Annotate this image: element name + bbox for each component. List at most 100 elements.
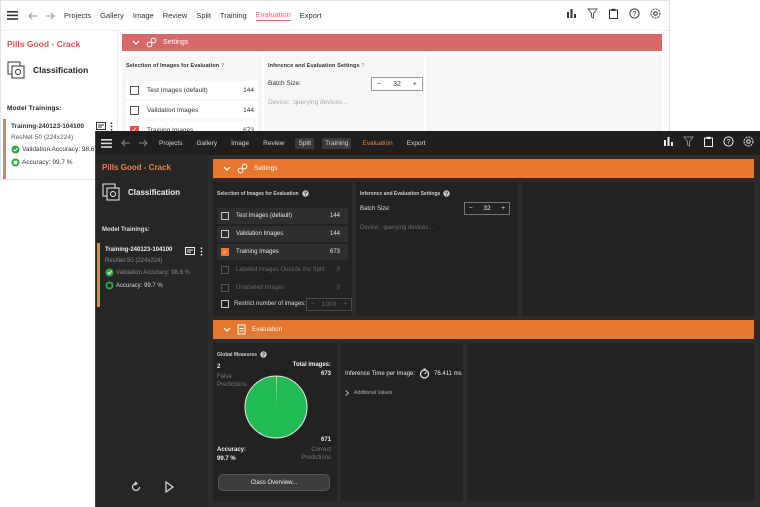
decrement-button[interactable]: − bbox=[377, 81, 381, 88]
help-icon[interactable]: ? bbox=[629, 8, 640, 19]
settings-header[interactable]: Settings bbox=[213, 159, 754, 178]
training-card[interactable]: Training-240123-104100 ResNet-50 (224x22… bbox=[97, 243, 207, 307]
svg-text:?: ? bbox=[445, 192, 448, 197]
gear-icon[interactable] bbox=[743, 136, 754, 147]
notes-icon[interactable] bbox=[96, 122, 106, 131]
nav-training[interactable]: Training bbox=[220, 11, 247, 20]
image-row-count: 673 bbox=[329, 249, 340, 255]
gear-icon[interactable] bbox=[650, 8, 661, 19]
nav-projects[interactable]: Projects bbox=[64, 11, 91, 20]
undo-icon[interactable] bbox=[28, 12, 38, 20]
checkbox[interactable] bbox=[221, 230, 229, 238]
refresh-icon[interactable] bbox=[130, 481, 142, 493]
checkbox[interactable] bbox=[130, 105, 139, 115]
project-title: Pills Good - Crack bbox=[7, 39, 81, 49]
notes-icon[interactable] bbox=[185, 247, 195, 256]
accuracy-label: Accuracy: bbox=[217, 447, 247, 453]
chevron-down-icon bbox=[223, 166, 231, 171]
classification-icon bbox=[102, 183, 120, 201]
nav-split[interactable]: Split bbox=[196, 11, 211, 20]
increment-button: + bbox=[343, 301, 347, 308]
method-card[interactable]: Classification bbox=[102, 183, 180, 201]
settings-empty-panel bbox=[522, 182, 754, 316]
batch-size-value: 32 bbox=[393, 80, 401, 88]
nav-image[interactable]: Image bbox=[228, 138, 252, 149]
nav-gallery[interactable]: Gallery bbox=[193, 138, 220, 149]
batch-size-stepper[interactable]: − 32 + bbox=[371, 77, 423, 91]
device-value: querying devices... bbox=[383, 225, 434, 231]
nav-review[interactable]: Review bbox=[163, 11, 188, 20]
svg-text:?: ? bbox=[727, 139, 731, 146]
help-icon[interactable]: ? bbox=[301, 190, 309, 197]
nav-projects[interactable]: Projects bbox=[156, 138, 185, 149]
method-card[interactable]: Classification bbox=[7, 61, 88, 79]
undo-icon[interactable] bbox=[121, 139, 131, 147]
image-row-count: 144 bbox=[243, 86, 254, 94]
checkbox[interactable] bbox=[130, 85, 139, 95]
checkbox[interactable] bbox=[221, 212, 229, 220]
help-icon[interactable]: ? bbox=[443, 190, 450, 197]
checkbox bbox=[221, 266, 229, 274]
nav-image[interactable]: Image bbox=[133, 11, 154, 20]
additional-values-toggle[interactable]: Additional Values bbox=[345, 390, 392, 396]
evaluation-header[interactable]: Evaluation bbox=[213, 320, 754, 339]
image-row-test[interactable]: Test Images (default) 144 bbox=[217, 208, 348, 224]
global-measures-title: Global Measures ? bbox=[217, 351, 267, 358]
filter-icon[interactable] bbox=[587, 8, 598, 19]
settings-icon bbox=[146, 37, 157, 48]
inference-time-value: 76.411 ms bbox=[434, 370, 462, 377]
nav-split[interactable]: Split bbox=[295, 137, 315, 149]
clipboard-icon[interactable] bbox=[608, 8, 619, 19]
chart-icon[interactable] bbox=[566, 8, 577, 19]
checkbox-checked[interactable]: ✓ bbox=[221, 248, 229, 256]
redo-icon[interactable] bbox=[45, 12, 55, 20]
restrict-checkbox[interactable] bbox=[221, 300, 229, 308]
increment-button[interactable]: + bbox=[413, 81, 417, 88]
image-row-label: Validation Images bbox=[236, 231, 284, 237]
inference-time-label: Inference Time per Image: bbox=[345, 370, 416, 377]
nav-export[interactable]: Export bbox=[300, 11, 322, 20]
timer-icon bbox=[419, 368, 430, 379]
model-trainings-title: Model Trainings: bbox=[7, 105, 62, 112]
image-row-outside-split: Labeled Images Outside the Split 0 bbox=[217, 262, 348, 278]
light-top-bar: Projects Gallery Image Review Split Trai… bbox=[1, 1, 669, 31]
nav-evaluation[interactable]: Evaluation bbox=[255, 10, 291, 21]
nav-export[interactable]: Export bbox=[404, 138, 429, 149]
help-icon[interactable]: ? bbox=[723, 136, 734, 147]
image-row-validation[interactable]: Validation Images 144 bbox=[217, 226, 348, 242]
decrement-button[interactable]: − bbox=[469, 205, 473, 212]
light-image-row[interactable]: Validation Images 144 bbox=[126, 101, 258, 119]
image-row-count: 144 bbox=[243, 106, 254, 114]
nav-review[interactable]: Review bbox=[260, 138, 287, 149]
help-icon[interactable]: ? bbox=[260, 351, 267, 358]
image-selection-panel: Selection of Images for Evaluation ? Tes… bbox=[213, 182, 352, 316]
batch-size-stepper[interactable]: − 32 + bbox=[464, 202, 510, 215]
menu-icon[interactable] bbox=[7, 11, 18, 20]
evaluation-empty-panel bbox=[467, 343, 754, 501]
play-icon[interactable] bbox=[164, 481, 174, 493]
nav-training[interactable]: Training bbox=[322, 137, 352, 149]
correct-label: Correct Predictions bbox=[301, 447, 331, 462]
light-settings-header[interactable]: Settings bbox=[122, 34, 662, 51]
more-options-icon[interactable] bbox=[110, 122, 113, 131]
light-image-row[interactable]: Test Images (default) 144 bbox=[126, 81, 258, 99]
increment-button[interactable]: + bbox=[501, 205, 505, 212]
class-overview-button[interactable]: Class Overview... bbox=[218, 474, 330, 491]
clipboard-icon[interactable] bbox=[703, 136, 714, 147]
redo-icon[interactable] bbox=[138, 139, 148, 147]
batch-size-label: Batch Size: bbox=[360, 206, 391, 212]
light-toolbar-icons: ? bbox=[566, 8, 661, 19]
more-options-icon[interactable] bbox=[200, 247, 203, 256]
nav-evaluation[interactable]: Evaluation bbox=[359, 138, 395, 149]
filter-icon[interactable] bbox=[683, 136, 694, 147]
accuracy: Accuracy: 99.7 % bbox=[116, 282, 163, 289]
chart-icon[interactable] bbox=[663, 136, 674, 147]
menu-icon[interactable] bbox=[101, 138, 112, 148]
image-row-count: 144 bbox=[329, 231, 340, 237]
image-row-training[interactable]: ✓ Training Images 673 bbox=[217, 244, 348, 260]
global-measures-panel: Global Measures ? 2 False Predictions To… bbox=[213, 343, 337, 501]
batch-size-value: 32 bbox=[483, 205, 491, 212]
settings-title: Settings bbox=[163, 39, 189, 46]
nav-gallery[interactable]: Gallery bbox=[100, 11, 124, 20]
restrict-row[interactable]: Restrict number of images: bbox=[221, 300, 306, 308]
